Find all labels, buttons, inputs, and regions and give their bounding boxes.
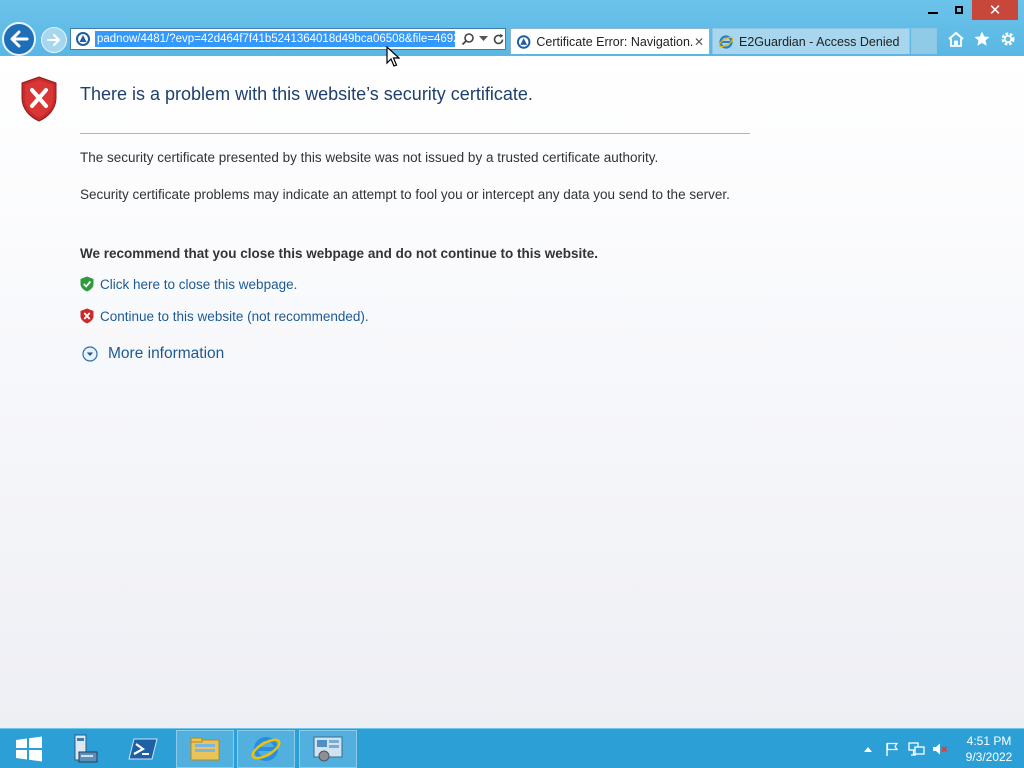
divider xyxy=(80,133,750,134)
tab-certificate-error[interactable]: Certificate Error: Navigation... ✕ xyxy=(510,28,710,54)
volume-muted-icon xyxy=(933,743,948,755)
system-tray: 4:51 PM 9/3/2022 xyxy=(858,729,1024,768)
expand-chevron-icon xyxy=(82,346,98,362)
continue-website-row[interactable]: Continue to this website (not recommende… xyxy=(80,308,369,324)
tab-close-icon[interactable]: ✕ xyxy=(694,35,704,49)
search-icon[interactable] xyxy=(461,32,475,46)
taskbar-control-panel[interactable] xyxy=(299,730,357,768)
window-caption-buttons: ✕ xyxy=(920,0,1018,20)
favorites-button[interactable] xyxy=(972,29,992,49)
shield-x-icon xyxy=(80,308,94,324)
warning-paragraph: Security certificate problems may indica… xyxy=(80,187,730,202)
mouse-cursor-icon xyxy=(386,46,400,67)
action-center-button[interactable] xyxy=(882,739,902,759)
close-icon: ✕ xyxy=(988,0,1002,19)
tab-title: Certificate Error: Navigation... xyxy=(536,34,694,49)
server-manager-icon xyxy=(74,734,98,763)
shield-error-icon xyxy=(21,76,57,122)
internet-explorer-icon xyxy=(251,737,281,761)
more-information-label[interactable]: More information xyxy=(108,345,224,363)
address-tools xyxy=(461,32,505,46)
close-webpage-link[interactable]: Click here to close this webpage. xyxy=(100,277,297,292)
tools-button[interactable] xyxy=(998,29,1018,49)
recommendation-text: We recommend that you close this webpage… xyxy=(80,246,599,261)
back-icon xyxy=(10,30,29,48)
forward-button[interactable] xyxy=(41,27,67,53)
network-button[interactable] xyxy=(906,739,926,759)
taskbar-internet-explorer[interactable] xyxy=(237,730,295,768)
home-button[interactable] xyxy=(946,29,966,49)
address-bar[interactable]: padnow/4481/?evp=42d464f7f41b5241364018d… xyxy=(70,28,506,50)
minimize-button[interactable] xyxy=(920,0,946,20)
site-favicon-icon xyxy=(516,34,531,49)
start-button[interactable] xyxy=(0,730,58,768)
clock[interactable]: 4:51 PM 9/3/2022 xyxy=(954,733,1024,765)
volume-button[interactable] xyxy=(930,739,950,759)
close-window-button[interactable]: ✕ xyxy=(972,0,1018,20)
more-information-toggle[interactable]: More information xyxy=(82,345,224,363)
address-url-text[interactable]: padnow/4481/?evp=42d464f7f41b5241364018d… xyxy=(95,31,455,47)
chevron-up-icon xyxy=(864,747,872,752)
forward-icon xyxy=(47,34,60,46)
continue-website-link[interactable]: Continue to this website (not recommende… xyxy=(100,309,369,324)
folder-icon xyxy=(190,737,220,761)
site-favicon-icon xyxy=(76,32,90,46)
back-button[interactable] xyxy=(2,22,36,56)
favorites-star-icon xyxy=(974,31,990,46)
tools-gear-icon xyxy=(1001,32,1015,46)
ie-icon xyxy=(718,34,734,49)
windows-start-icon xyxy=(16,736,42,762)
taskbar-powershell[interactable] xyxy=(114,730,172,768)
show-hidden-icons-button[interactable] xyxy=(858,739,878,759)
issuer-paragraph: The security certificate presented by th… xyxy=(80,150,659,165)
clock-date: 9/3/2022 xyxy=(965,750,1013,764)
taskbar-server-manager[interactable] xyxy=(52,730,110,768)
browser-chrome: ✕ padnow/4481/?evp=42d464f7f41b524136401… xyxy=(0,0,1024,56)
new-tab-button[interactable] xyxy=(911,28,937,54)
shield-check-icon xyxy=(80,276,94,292)
page-title: There is a problem with this website’s s… xyxy=(80,84,533,104)
refresh-icon[interactable] xyxy=(492,33,505,46)
taskbar-file-explorer[interactable] xyxy=(176,730,234,768)
dropdown-icon[interactable] xyxy=(479,36,488,42)
tab-e2guardian[interactable]: E2Guardian - Access Denied xyxy=(712,28,910,54)
tab-title: E2Guardian - Access Denied xyxy=(739,34,900,49)
powershell-icon xyxy=(128,738,158,760)
control-panel-icon xyxy=(313,736,343,762)
close-webpage-row[interactable]: Click here to close this webpage. xyxy=(80,276,297,292)
certificate-error-page: There is a problem with this website’s s… xyxy=(0,46,1024,728)
flag-icon xyxy=(886,742,899,756)
command-icons xyxy=(946,29,1018,49)
restore-button[interactable] xyxy=(946,0,972,20)
clock-time: 4:51 PM xyxy=(966,734,1012,748)
taskbar: 4:51 PM 9/3/2022 xyxy=(0,728,1024,768)
home-icon xyxy=(948,31,964,47)
network-icon xyxy=(908,742,925,756)
